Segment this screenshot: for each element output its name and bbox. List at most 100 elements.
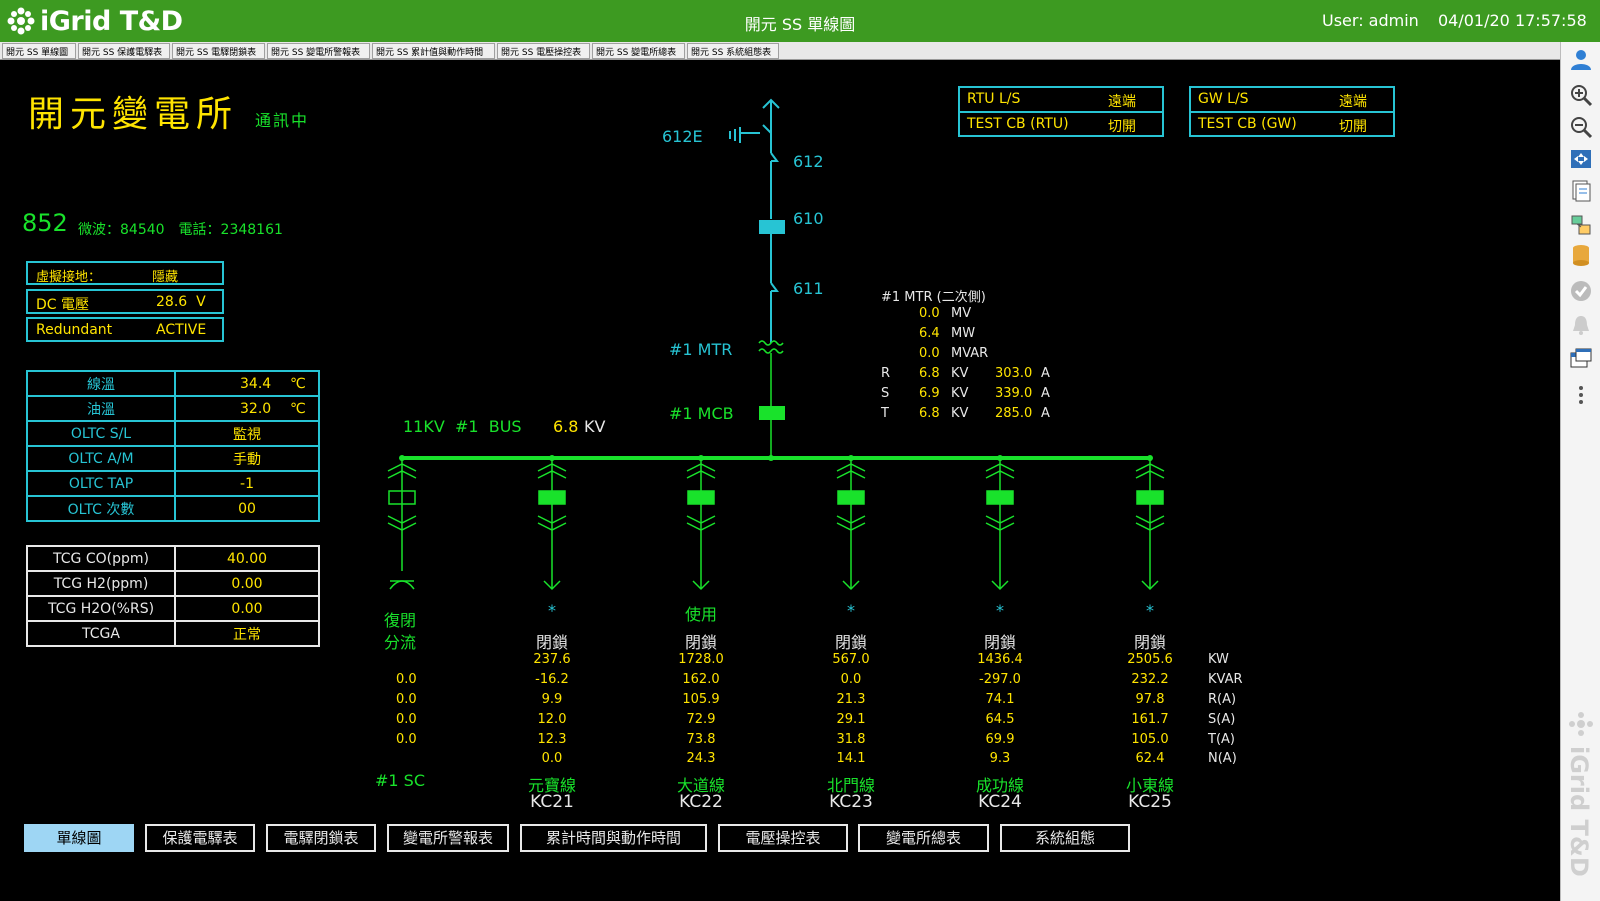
mtr-mw-value: 6.4 (919, 326, 940, 341)
nav-summary-button[interactable]: 變電所總表 (858, 824, 989, 852)
phase-kv-value: 6.8 (919, 406, 940, 421)
feeder-status[interactable]: 閉鎖 (940, 629, 1060, 653)
feeder-n-amp: 9.3 (989, 751, 1011, 766)
nav-voltage-control-button[interactable]: 電壓操控表 (718, 824, 848, 852)
feeder-r-amp: 105.9 (682, 692, 720, 707)
phase-amp-unit: A (1041, 406, 1050, 421)
feeder-symbol[interactable] (836, 458, 866, 591)
phase-kv-unit: KV (951, 366, 969, 381)
feeder-mark: * (996, 601, 1004, 620)
nav-alarm-button[interactable]: 變電所警報表 (387, 824, 509, 852)
fit-screen-icon[interactable] (1568, 146, 1594, 172)
feeder-n-amp: 62.4 (1135, 751, 1165, 766)
nav-system-config-button[interactable]: 系統組態 (1000, 824, 1130, 852)
main-circuit-breaker[interactable] (759, 406, 785, 420)
page-tab-relay-lock[interactable]: 開元 SS 電驛閉鎖表 (172, 43, 265, 59)
feeder-mark: * (847, 601, 855, 620)
feeder-mark: 使用 (684, 605, 717, 624)
mtr-readings-title: #1 MTR (二次側) (881, 290, 986, 305)
feeder-s-amp: 64.5 (985, 712, 1015, 727)
nav-protection-relay-button[interactable]: 保護電驛表 (145, 824, 255, 852)
breaker-610-label: 610 (793, 209, 824, 228)
page-tab-system-config[interactable]: 開元 SS 系統組態表 (687, 43, 779, 59)
sc-r-value: 0.0 (396, 692, 417, 707)
feeder-symbol[interactable] (686, 458, 716, 591)
feeder-kw: 1728.0 (678, 652, 724, 667)
zoom-in-icon[interactable] (1568, 82, 1594, 108)
page-tab-summary[interactable]: 開元 SS 變電所總表 (592, 43, 685, 59)
unit-kw: KW (1208, 652, 1229, 667)
feeder-code: KC23 (829, 792, 873, 812)
feeder-s-amp: 12.0 (537, 712, 567, 727)
zoom-out-icon[interactable] (1568, 114, 1594, 140)
network-icon[interactable] (1568, 212, 1594, 238)
feeder-status[interactable]: 閉鎖 (641, 629, 761, 653)
feeder-s-amp: 29.1 (836, 712, 866, 727)
phase-name: T (881, 406, 889, 421)
mtr-mv-value: 0.0 (919, 306, 940, 321)
sc-s-value: 0.0 (396, 712, 417, 727)
more-icon[interactable] (1568, 382, 1594, 408)
phase-kv-unit: KV (951, 406, 969, 421)
page-tab-accumulated[interactable]: 開元 SS 累計值與動作時間 (372, 43, 495, 59)
nav-accumulated-time-button[interactable]: 累計時間與動作時間 (520, 824, 707, 852)
feeder-kvar: 0.0 (840, 672, 862, 687)
phase-amp-unit: A (1041, 366, 1050, 381)
phase-name: S (881, 386, 890, 401)
feeder-s-amp: 72.9 (686, 712, 716, 727)
page-tab-voltage-control[interactable]: 開元 SS 電壓操控表 (497, 43, 590, 59)
document-icon[interactable] (1568, 178, 1594, 204)
feeder-t-amp: 69.9 (985, 732, 1015, 747)
unit-t-amp: T(A) (1208, 732, 1235, 747)
feeder-status[interactable]: 閉鎖 (492, 629, 612, 653)
phase-amp-value: 339.0 (995, 386, 1033, 401)
page-tab-alarm[interactable]: 開元 SS 變電所警報表 (267, 43, 370, 59)
feeder-n-amp: 24.3 (686, 751, 716, 766)
transformer-label: #1 MTR (669, 340, 733, 359)
mtr-mvar-unit: MVAR (951, 346, 989, 361)
feeder-symbol[interactable] (985, 458, 1015, 591)
feeder-status[interactable]: 閉鎖 (1090, 629, 1210, 653)
sc-status-shunt: 分流 (384, 633, 417, 652)
feeder-r-amp: 97.8 (1135, 692, 1165, 707)
mtr-mv-unit: MV (951, 306, 972, 321)
feeder-t-amp: 31.8 (836, 732, 866, 747)
phase-amp-value: 285.0 (995, 406, 1033, 421)
feeder-kw: 2505.6 (1127, 652, 1173, 667)
feeder-kvar: -297.0 (979, 672, 1021, 687)
alarm-bell-icon[interactable] (1568, 312, 1594, 338)
feeder-r-amp: 9.9 (541, 692, 563, 707)
page-tab-strip: 開元 SS 單線圖 開元 SS 保護電驛表 開元 SS 電驛閉鎖表 開元 SS … (0, 42, 1560, 60)
breaker-610[interactable] (759, 220, 785, 234)
feeder-mark: * (1146, 601, 1154, 620)
feeder-kvar: 232.2 (1131, 672, 1169, 687)
clock: 04/01/20 17:57:58 (1438, 11, 1587, 30)
mcb-label: #1 MCB (669, 404, 734, 423)
user-icon[interactable] (1568, 46, 1594, 72)
current-user: User: admin (1322, 11, 1419, 30)
sc-kvar-value: 0.0 (396, 672, 417, 687)
single-line-diagram-canvas: 開元變電所 通訊中 852 微波：84540 電話：2348161 虛擬接地： … (0, 61, 1560, 901)
feeder-t-amp: 12.3 (537, 732, 567, 747)
feeder-code: KC21 (530, 792, 574, 812)
feeder-mark: * (548, 601, 556, 620)
window-icon[interactable] (1568, 346, 1594, 372)
feeder-status[interactable]: 閉鎖 (791, 629, 911, 653)
mtr-mw-unit: MW (951, 326, 976, 341)
mtr-mvar-value: 0.0 (919, 346, 940, 361)
feeder-code: KC22 (679, 792, 723, 812)
feeder-symbol[interactable] (537, 458, 567, 591)
database-icon[interactable] (1568, 242, 1594, 268)
svg-text:iGrid T&D: iGrid T&D (1565, 746, 1593, 877)
nav-relay-lock-button[interactable]: 電驛閉鎖表 (266, 824, 376, 852)
switch-612-label: 612 (793, 152, 824, 171)
phase-kv-value: 6.9 (919, 386, 940, 401)
feeder-t-amp: 105.0 (1131, 732, 1169, 747)
feeder-code: KC24 (978, 792, 1022, 812)
phase-amp-unit: A (1041, 386, 1050, 401)
page-tab-protection-relay[interactable]: 開元 SS 保護電驛表 (78, 43, 170, 59)
page-tab-single-line[interactable]: 開元 SS 單線圖 (2, 43, 76, 59)
nav-single-line-button[interactable]: 單線圖 (24, 824, 134, 852)
check-icon[interactable] (1568, 278, 1594, 304)
feeder-symbol[interactable] (1135, 458, 1165, 591)
